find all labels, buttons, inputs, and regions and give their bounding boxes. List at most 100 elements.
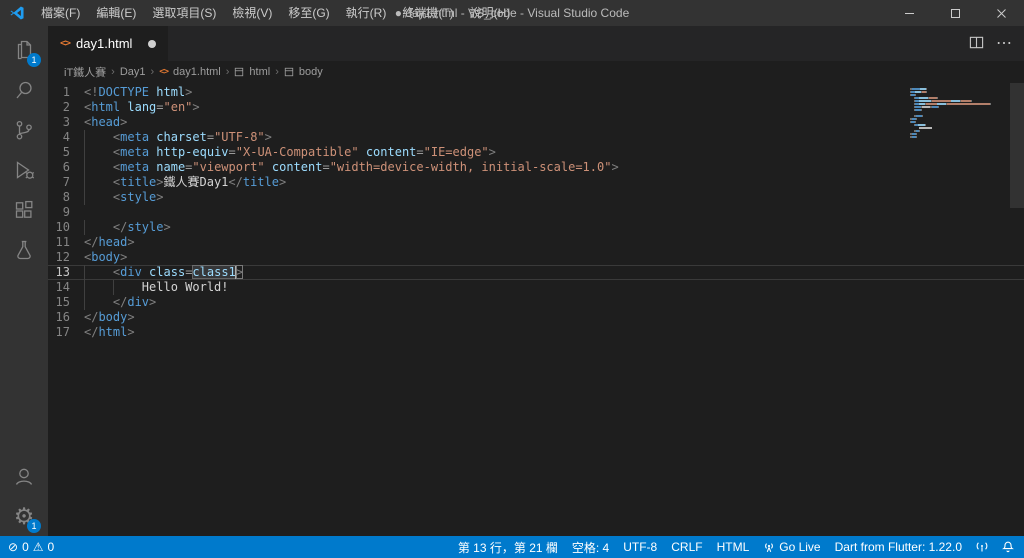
warning-icon: ⚠ [32, 540, 44, 554]
line-content: <!DOCTYPE html> [84, 85, 193, 99]
line-number: 5 [62, 145, 70, 159]
breadcrumb-symbol-html[interactable]: html [249, 66, 270, 78]
error-icon: ⊘ [8, 540, 19, 554]
extensions-icon[interactable] [0, 190, 48, 230]
code-line-12[interactable]: 12 <body> [48, 250, 1024, 265]
activity-bar: 1 ⚙ 1 [0, 26, 48, 536]
code-line-9[interactable]: 9 [48, 205, 1024, 220]
code-line-16[interactable]: 16 </body> [48, 310, 1024, 325]
code-line-17[interactable]: 17 </html> [48, 325, 1024, 340]
chevron-right-icon: › [225, 66, 230, 78]
dart-flutter-version[interactable]: Dart from Flutter: 1.22.0 [835, 540, 962, 554]
maximize-button[interactable] [932, 0, 978, 26]
code-line-14[interactable]: 14 Hello World! [48, 280, 1024, 295]
code-line-15[interactable]: 15 </div> [48, 295, 1024, 310]
line-content: </html> [84, 325, 135, 339]
menu-edit[interactable]: 編輯(E) [88, 0, 144, 26]
line-number: 6 [62, 160, 70, 174]
menubar: 檔案(F) 編輯(E) 選取項目(S) 檢視(V) 移至(G) 執行(R) 終端… [33, 0, 518, 26]
minimize-button[interactable] [886, 0, 932, 26]
minimap[interactable] [910, 88, 1010, 139]
code-line-2[interactable]: 2 <html lang="en"> [48, 100, 1024, 115]
go-live-button[interactable]: Go Live [763, 540, 821, 554]
bell-icon[interactable] [1002, 541, 1014, 553]
indentation-setting[interactable]: 空格: 4 [572, 539, 609, 556]
test-beaker-icon[interactable] [0, 230, 48, 270]
code-lines: 1 <!DOCTYPE html> 2 <html lang="en"> 3 <head>… [48, 85, 1024, 340]
code-line-10[interactable]: 10 </style> [48, 220, 1024, 235]
cursor-position[interactable]: 第 13 行，第 21 欄 [458, 539, 558, 556]
html-file-icon: <> [60, 38, 71, 49]
language-mode[interactable]: HTML [717, 540, 750, 554]
vertical-scrollbar[interactable] [1010, 83, 1024, 536]
menu-terminal[interactable]: 終端機(T) [394, 0, 461, 26]
menu-run[interactable]: 執行(R) [338, 0, 395, 26]
line-content: <meta http-equiv="X-UA-Compatible" conte… [84, 145, 1024, 160]
editor-actions: ⋯ [969, 26, 1024, 61]
menu-view[interactable]: 檢視(V) [224, 0, 280, 26]
scrollbar-slider[interactable] [1010, 83, 1024, 208]
radio-tower-icon[interactable] [976, 541, 988, 553]
breadcrumb-symbol-body[interactable]: body [299, 66, 323, 78]
line-number: 11 [55, 235, 70, 249]
more-actions-icon[interactable]: ⋯ [996, 35, 1012, 52]
breadcrumb-folder[interactable]: iT鐵人賽 [64, 64, 106, 80]
line-number: 13 [55, 265, 70, 279]
line-content: <meta charset="UTF-8"> [84, 130, 1024, 145]
code-line-7[interactable]: 7 <title>鐵人賽Day1</title> [48, 175, 1024, 190]
code-editor[interactable]: 1 <!DOCTYPE html> 2 <html lang="en"> 3 <head>… [48, 83, 1024, 536]
vscode-window: 檔案(F) 編輯(E) 選取項目(S) 檢視(V) 移至(G) 執行(R) 終端… [0, 0, 1024, 558]
chevron-right-icon: › [275, 66, 279, 78]
code-line-5[interactable]: 5 <meta http-equiv="X-UA-Compatible" con… [48, 145, 1024, 160]
error-count: 0 [22, 540, 29, 554]
line-content: <head> [84, 115, 128, 129]
modified-dot-icon[interactable] [148, 39, 157, 48]
editor-group: <> day1.html ⋯ iT鐵人賽 › Day1 › <> day1.ht… [48, 26, 1024, 536]
encoding-setting[interactable]: UTF-8 [623, 540, 657, 554]
chevron-right-icon: › [111, 66, 115, 78]
menu-selection[interactable]: 選取項目(S) [144, 0, 224, 26]
line-content: <html lang="en"> [84, 100, 200, 114]
menu-file[interactable]: 檔案(F) [33, 0, 88, 26]
line-content: <style> [84, 190, 1024, 205]
line-number: 7 [62, 175, 70, 189]
eol-setting[interactable]: CRLF [671, 540, 702, 554]
settings-gear-icon[interactable]: ⚙ 1 [0, 496, 48, 536]
line-content: Hello World! [84, 280, 1024, 295]
titlebar: 檔案(F) 編輯(E) 選取項目(S) 檢視(V) 移至(G) 執行(R) 終端… [0, 0, 1024, 26]
code-line-8[interactable]: 8 <style> [48, 190, 1024, 205]
line-number: 2 [62, 100, 70, 114]
line-content: </body> [84, 310, 135, 324]
code-line-3[interactable]: 3 <head> [48, 115, 1024, 130]
settings-badge: 1 [27, 519, 41, 533]
problems-indicator[interactable]: ⊘ 0 ⚠ 0 [8, 540, 54, 554]
menu-help[interactable]: 說明(H) [462, 0, 519, 26]
account-icon[interactable] [0, 456, 48, 496]
source-control-icon[interactable] [0, 110, 48, 150]
code-line-11[interactable]: 11 </head> [48, 235, 1024, 250]
code-line-6[interactable]: 6 <meta name="viewport" content="width=d… [48, 160, 1024, 175]
line-number: 10 [55, 220, 70, 234]
search-icon[interactable] [0, 70, 48, 110]
run-debug-icon[interactable] [0, 150, 48, 190]
split-editor-icon[interactable] [969, 35, 984, 53]
breadcrumb-subfolder[interactable]: Day1 [120, 66, 146, 78]
line-number: 12 [55, 250, 70, 264]
close-button[interactable] [978, 0, 1024, 26]
menu-go[interactable]: 移至(G) [280, 0, 337, 26]
tab-bar: <> day1.html ⋯ [48, 26, 1024, 61]
line-number: 1 [62, 85, 70, 99]
code-line-1[interactable]: 1 <!DOCTYPE html> [48, 85, 1024, 100]
line-content: <div class=class1> [84, 265, 1024, 280]
code-line-13[interactable]: 13 <div class=class1> [48, 265, 1024, 280]
chevron-right-icon: › [150, 66, 155, 78]
line-number: 16 [55, 310, 70, 324]
tab-day1-html[interactable]: <> day1.html [48, 26, 169, 61]
explorer-icon[interactable]: 1 [0, 30, 48, 70]
broadcast-icon [765, 543, 774, 552]
code-line-4[interactable]: 4 <meta charset="UTF-8"> [48, 130, 1024, 145]
symbol-tag-icon [234, 67, 244, 77]
line-number: 15 [55, 295, 70, 309]
tab-label: day1.html [76, 36, 133, 51]
breadcrumb-file[interactable]: day1.html [173, 66, 221, 78]
